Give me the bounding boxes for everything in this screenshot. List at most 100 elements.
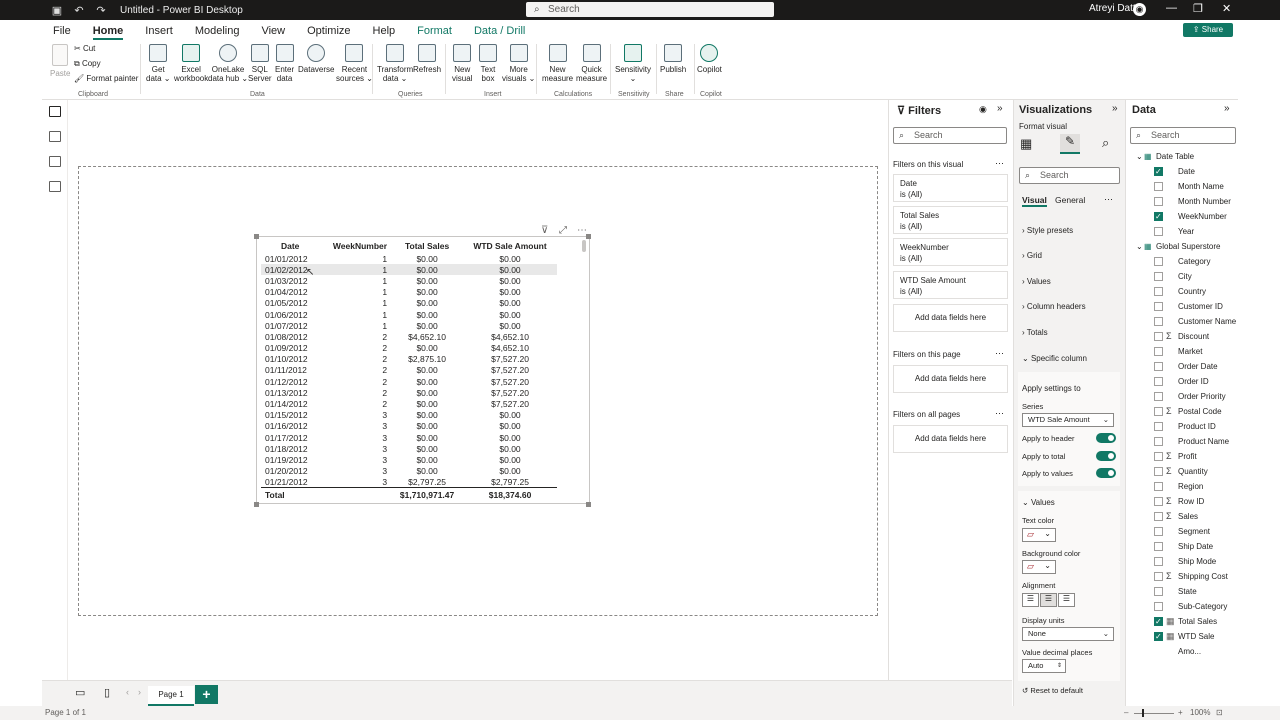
tab-modeling[interactable]: Modeling (184, 25, 251, 40)
align-left-icon[interactable]: ☰ (1022, 593, 1039, 607)
data-field[interactable]: Month Name (1126, 179, 1239, 194)
more-visuals-button[interactable]: More visuals ⌄ (502, 44, 535, 83)
desktop-layout-icon[interactable]: ▭ (75, 686, 85, 699)
table-row[interactable]: 01/07/2012 1 $0.00 $0.00 (261, 320, 557, 331)
undo-icon[interactable]: ↶ (68, 4, 90, 17)
tab-view[interactable]: View (250, 25, 296, 40)
format-visual-icon[interactable]: ✎ (1060, 134, 1080, 154)
resize-handle[interactable] (586, 234, 591, 239)
field-checkbox[interactable] (1154, 629, 1163, 644)
table-row[interactable]: 01/19/2012 3 $0.00 $0.00 (261, 454, 557, 465)
series-dropdown[interactable]: WTD Sale Amount ⌄ (1022, 413, 1114, 427)
model-view-icon[interactable] (49, 156, 61, 167)
data-field[interactable]: WeekNumber (1126, 209, 1239, 224)
sql-server-button[interactable]: SQL Server (248, 44, 272, 83)
data-field[interactable]: Ship Date (1126, 539, 1239, 554)
table-scrollbar[interactable] (582, 240, 586, 252)
field-checkbox[interactable] (1154, 437, 1163, 446)
page-tab[interactable]: Page 1 (148, 686, 194, 706)
fit-to-page-icon[interactable]: ⊡ (1216, 706, 1223, 720)
add-data-fields-page[interactable]: Add data fields here (893, 365, 1008, 393)
field-checkbox[interactable] (1154, 452, 1163, 461)
data-field[interactable]: Category (1126, 254, 1239, 269)
data-field[interactable]: Σ Discount (1126, 329, 1239, 344)
tab-help[interactable]: Help (362, 25, 407, 40)
apply-total-toggle[interactable] (1096, 451, 1116, 461)
table-row[interactable]: 01/10/2012 2 $2,875.10 $7,527.20 (261, 354, 557, 365)
more-options-icon[interactable]: ⋯ (995, 348, 1004, 359)
new-measure-button[interactable]: New measure (542, 44, 573, 83)
more-options-icon[interactable]: ⋯ (1104, 194, 1113, 205)
field-checkbox[interactable] (1154, 302, 1163, 311)
field-checkbox[interactable] (1154, 587, 1163, 596)
data-field[interactable]: Σ Shipping Cost (1126, 569, 1239, 584)
add-data-fields-all[interactable]: Add data fields here (893, 425, 1008, 453)
collapse-icon[interactable]: » (1224, 103, 1230, 114)
text-box-button[interactable]: Text box (479, 44, 497, 83)
publish-button[interactable]: Publish (660, 44, 686, 74)
data-field[interactable]: Σ Quantity (1126, 464, 1239, 479)
table-row[interactable]: 01/18/2012 3 $0.00 $0.00 (261, 443, 557, 454)
add-data-fields-visual[interactable]: Add data fields here (893, 304, 1008, 332)
data-field[interactable]: Order ID (1126, 374, 1239, 389)
field-checkbox[interactable] (1154, 164, 1163, 179)
field-checkbox[interactable] (1154, 272, 1163, 281)
header-wtd-sale-amount[interactable]: WTD Sale Amount (463, 239, 557, 253)
data-field[interactable]: Customer Name (1126, 314, 1239, 329)
tab-optimize[interactable]: Optimize (296, 25, 361, 40)
close-icon[interactable]: ✕ (1222, 2, 1231, 15)
paste-button[interactable]: Paste (50, 44, 70, 78)
section-column-headers[interactable]: › Column headers (1022, 302, 1086, 311)
field-checkbox[interactable] (1154, 392, 1163, 401)
field-checkbox[interactable] (1154, 407, 1163, 416)
background-color-picker[interactable]: ▱ ⌄ (1022, 560, 1056, 574)
build-visual-icon[interactable]: ▦ (1020, 136, 1032, 152)
title-search[interactable]: ⌕ Search (526, 2, 774, 17)
section-style-presets[interactable]: › Style presets (1022, 226, 1073, 235)
field-checkbox[interactable] (1154, 227, 1163, 236)
sensitivity-button[interactable]: Sensitivity ⌄ (615, 44, 651, 83)
display-units-dropdown[interactable]: None ⌄ (1022, 627, 1114, 641)
filter-card-date[interactable]: Date is (All) (893, 174, 1008, 202)
header-date[interactable]: Date (261, 239, 319, 253)
table-view-icon[interactable] (49, 131, 61, 142)
restore-icon[interactable]: ❐ (1193, 2, 1203, 15)
table-row[interactable]: 01/11/2012 2 $0.00 $7,527.20 (261, 365, 557, 376)
align-center-icon[interactable]: ☰ (1040, 593, 1057, 607)
dataverse-button[interactable]: Dataverse (298, 44, 334, 74)
dax-query-view-icon[interactable] (49, 181, 61, 192)
data-field[interactable]: Order Priority (1126, 389, 1239, 404)
data-field[interactable]: Country (1126, 284, 1239, 299)
zoom-in-icon[interactable]: + (1178, 706, 1183, 720)
data-field[interactable]: Order Date (1126, 359, 1239, 374)
mobile-layout-icon[interactable]: ▯ (104, 686, 110, 699)
field-checkbox[interactable] (1154, 512, 1163, 521)
format-painter-button[interactable]: 🖌 Format painter (74, 74, 138, 83)
field-checkbox[interactable] (1154, 482, 1163, 491)
field-checkbox[interactable] (1154, 209, 1163, 224)
field-checkbox[interactable] (1154, 332, 1163, 341)
share-button[interactable]: ⇪ Share (1183, 23, 1233, 37)
header-total-sales[interactable]: Total Sales (391, 239, 463, 253)
data-field[interactable]: ▦Total Sales (1126, 614, 1239, 629)
tab-data-drill[interactable]: Data / Drill (463, 25, 536, 40)
field-checkbox[interactable] (1154, 317, 1163, 326)
new-visual-button[interactable]: New visual (452, 44, 472, 83)
onelake-button[interactable]: OneLake data hub ⌄ (208, 44, 248, 83)
enter-data-button[interactable]: Enter data (275, 44, 294, 83)
analytics-icon[interactable]: ⌕ (1102, 135, 1109, 151)
copy-button[interactable]: ⧉ Copy (74, 59, 101, 68)
table-row[interactable]: 01/01/2012 1 $0.00 $0.00 (261, 253, 557, 264)
more-options-icon[interactable]: ⋯ (995, 158, 1004, 169)
table-row[interactable]: 01/17/2012 3 $0.00 $0.00 (261, 432, 557, 443)
field-checkbox[interactable] (1154, 422, 1163, 431)
data-field[interactable]: Sub-Category (1126, 599, 1239, 614)
save-icon[interactable]: ▣ (46, 4, 68, 17)
zoom-slider[interactable] (1134, 713, 1174, 714)
data-field[interactable]: City (1126, 269, 1239, 284)
collapse-icon[interactable]: » (997, 103, 1003, 114)
table-row[interactable]: 01/15/2012 3 $0.00 $0.00 (261, 410, 557, 421)
table-row[interactable]: 01/05/2012 1 $0.00 $0.00 (261, 298, 557, 309)
field-checkbox[interactable] (1154, 527, 1163, 536)
table-row[interactable]: 01/16/2012 3 $0.00 $0.00 (261, 421, 557, 432)
